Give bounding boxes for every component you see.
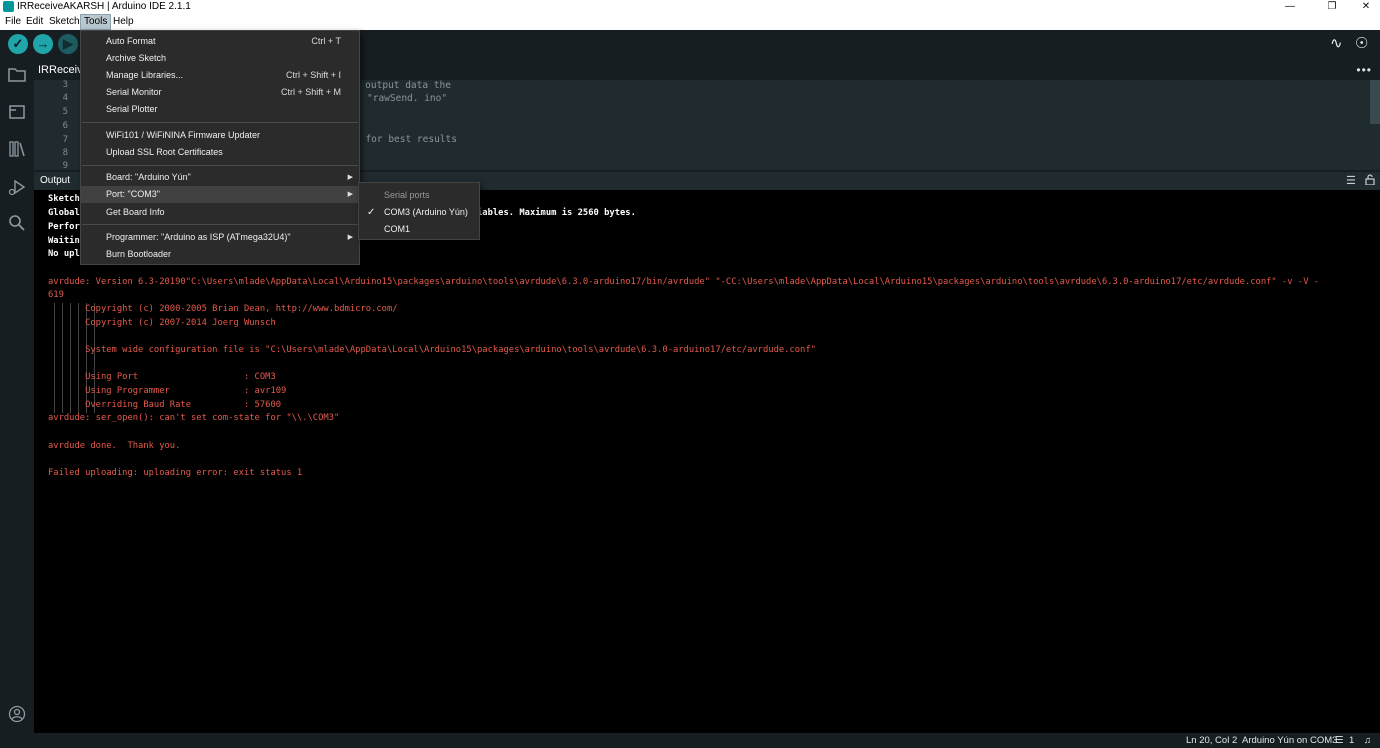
menu-item-burn-bootloader[interactable]: Burn Bootloader [81, 246, 359, 263]
output-line: Waitin [48, 236, 80, 246]
port-submenu: Serial ports ✓ COM3 (Arduino Yún) COM1 [358, 182, 480, 240]
activity-sidebar [0, 60, 34, 748]
search-icon[interactable] [7, 214, 27, 234]
sketchbook-icon[interactable] [7, 66, 27, 86]
line-number: 5 [62, 107, 68, 117]
line-number: 9 [62, 161, 68, 171]
menu-item-manage-libraries[interactable]: Manage Libraries... Ctrl + Shift + I [81, 67, 359, 84]
menu-item-auto-format[interactable]: Auto Format Ctrl + T [81, 33, 359, 50]
window-title-bar: IRReceiveAKARSH | Arduino IDE 2.1.1 — ❐ … [0, 0, 1380, 14]
output-line: Overriding Baud Rate : 57600 [48, 400, 282, 410]
line-number: 4 [62, 93, 68, 103]
output-line: Sketch [48, 194, 80, 204]
menu-item-upload-ssl-certs[interactable]: Upload SSL Root Certificates [81, 144, 359, 161]
port-option-com3[interactable]: ✓ COM3 (Arduino Yún) [359, 204, 479, 221]
output-line: Copyright (c) 2000-2005 Brian Dean, http… [48, 304, 398, 314]
submenu-arrow-icon: ▶ [347, 191, 353, 198]
status-bar: Ln 20, Col 2 Arduino Yún on COM3 ☰ 1 ♫ [0, 733, 1380, 748]
library-manager-icon[interactable] [7, 140, 27, 160]
serial-monitor-icon[interactable]: ☉ [1355, 36, 1368, 51]
notification-icon[interactable]: ☰ [1335, 735, 1344, 746]
output-line: Perfor [48, 222, 80, 232]
output-line: 619 [48, 290, 64, 300]
account-icon[interactable] [7, 705, 27, 725]
code-line: "rawSend. ino" [367, 93, 448, 104]
checkmark-icon: ✓ [367, 207, 376, 218]
menu-file[interactable]: File [2, 14, 24, 30]
cursor-position[interactable]: Ln 20, Col 2 [1186, 735, 1237, 746]
menu-item-serial-monitor[interactable]: Serial Monitor Ctrl + Shift + M [81, 84, 359, 101]
menu-separator [82, 224, 358, 225]
menu-item-programmer[interactable]: Programmer: "Arduino as ISP (ATmega32U4)… [81, 229, 359, 246]
arduino-app-icon [3, 1, 14, 12]
port-option-com1[interactable]: COM1 [359, 221, 479, 238]
output-line: Using Programmer : avr109 [48, 386, 287, 396]
menu-edit[interactable]: Edit [23, 14, 46, 30]
editor-scrollbar[interactable] [1370, 80, 1380, 124]
board-port-status[interactable]: Arduino Yún on COM3 [1242, 735, 1337, 746]
submenu-arrow-icon: ▶ [347, 174, 353, 181]
more-options-icon[interactable]: ••• [1356, 63, 1372, 77]
output-line: Copyright (c) 2007-2014 Joerg Wunsch [48, 318, 276, 328]
output-line: System wide configuration file is "C:\Us… [48, 345, 816, 355]
submenu-arrow-icon: ▶ [347, 234, 353, 241]
menu-item-board[interactable]: Board: "Arduino Yún" ▶ [81, 169, 359, 186]
menu-item-get-board-info[interactable]: Get Board Info [81, 204, 359, 221]
boards-manager-icon[interactable] [7, 104, 27, 124]
menu-tools[interactable]: Tools [80, 14, 112, 30]
bell-icon[interactable]: ♫ [1364, 735, 1371, 746]
output-line: Failed uploading: uploading error: exit … [48, 468, 303, 478]
menu-separator [82, 122, 358, 123]
menu-item-port[interactable]: Port: "COM3" ▶ [81, 186, 359, 203]
line-number: 6 [62, 121, 68, 131]
tools-menu: Auto Format Ctrl + T Archive Sketch Manag… [80, 30, 360, 265]
serial-plotter-icon[interactable]: ∿ [1330, 36, 1343, 51]
output-title: Output [40, 175, 71, 186]
upload-button[interactable]: → [33, 34, 53, 54]
output-line: avrdude: ser_open(): can't set com-state… [48, 413, 340, 423]
output-line: No upl [48, 249, 80, 259]
window-title: IRReceiveAKARSH | Arduino IDE 2.1.1 [17, 1, 191, 12]
menu-item-archive-sketch[interactable]: Archive Sketch [81, 50, 359, 67]
menu-bar: File Edit Sketch Tools Help [0, 14, 1380, 30]
menu-help[interactable]: Help [110, 14, 137, 30]
close-button[interactable]: ✕ [1348, 0, 1380, 14]
debug-button[interactable]: ▶ [58, 34, 78, 54]
output-line: avrdude: Version 6.3-20190"C:\Users\mlad… [48, 277, 1320, 287]
restore-button[interactable]: ❐ [1314, 0, 1350, 14]
menu-item-serial-plotter[interactable]: Serial Plotter [81, 101, 359, 118]
output-console[interactable]: Sketch Global local variables. Maximum i… [34, 190, 1380, 733]
code-line: p for best results [354, 134, 457, 145]
output-line: Using Port : COM3 [48, 372, 276, 382]
line-number: 3 [62, 80, 68, 90]
code-line: ll output data the [348, 80, 451, 91]
line-number: 7 [62, 135, 68, 145]
output-line: avrdude done. Thank you. [48, 441, 181, 451]
minimize-button[interactable]: — [1272, 0, 1308, 14]
submenu-header: Serial ports [384, 190, 430, 200]
notification-count[interactable]: 1 [1349, 735, 1354, 746]
scroll-lock-icon[interactable] [1365, 174, 1375, 188]
debug-icon[interactable] [7, 178, 27, 198]
menu-sketch[interactable]: Sketch [46, 14, 83, 30]
menu-item-firmware-updater[interactable]: WiFi101 / WiFiNINA Firmware Updater [81, 127, 359, 144]
menu-separator [82, 165, 358, 166]
line-number: 8 [62, 148, 68, 158]
clear-output-icon[interactable]: ☰ [1346, 174, 1356, 187]
line-number-gutter: 3 4 5 6 7 8 9 [34, 80, 68, 171]
verify-button[interactable]: ✓ [8, 34, 28, 54]
